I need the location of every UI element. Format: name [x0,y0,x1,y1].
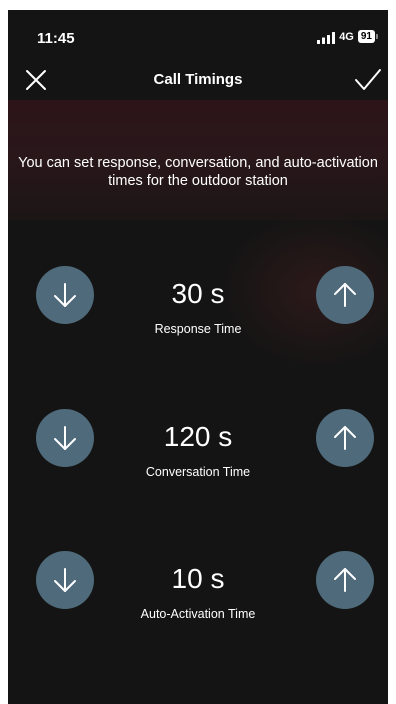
checkmark-icon [355,69,381,90]
cellular-signal-icon [317,31,336,44]
timing-row-response: 30 s Response Time [8,266,388,346]
status-time: 11:45 [37,30,75,47]
increase-auto-activation-button[interactable] [316,551,374,609]
app-screen: 11:45 4G 91 Call Timings You can set res… [8,10,388,704]
arrow-up-icon [334,568,356,592]
description-text: You can set response, conversation, and … [18,155,378,189]
battery-icon: 91 [357,30,378,43]
network-type: 4G [339,30,354,43]
page-title: Call Timings [153,71,243,88]
increase-conversation-button[interactable] [316,409,374,467]
timing-row-auto-activation: 10 s Auto-Activation Time [8,551,388,631]
battery-tip [376,34,378,39]
status-indicators: 4G 91 [317,30,378,44]
arrow-up-icon [334,283,356,307]
confirm-button[interactable] [354,67,382,93]
auto-activation-time-label: Auto-Activation Time [140,607,256,621]
arrow-up-icon [334,426,356,450]
battery-level: 91 [357,30,375,43]
timing-row-conversation: 120 s Conversation Time [8,409,388,489]
conversation-time-label: Conversation Time [145,465,251,479]
increase-response-button[interactable] [316,266,374,324]
response-time-label: Response Time [154,322,242,336]
